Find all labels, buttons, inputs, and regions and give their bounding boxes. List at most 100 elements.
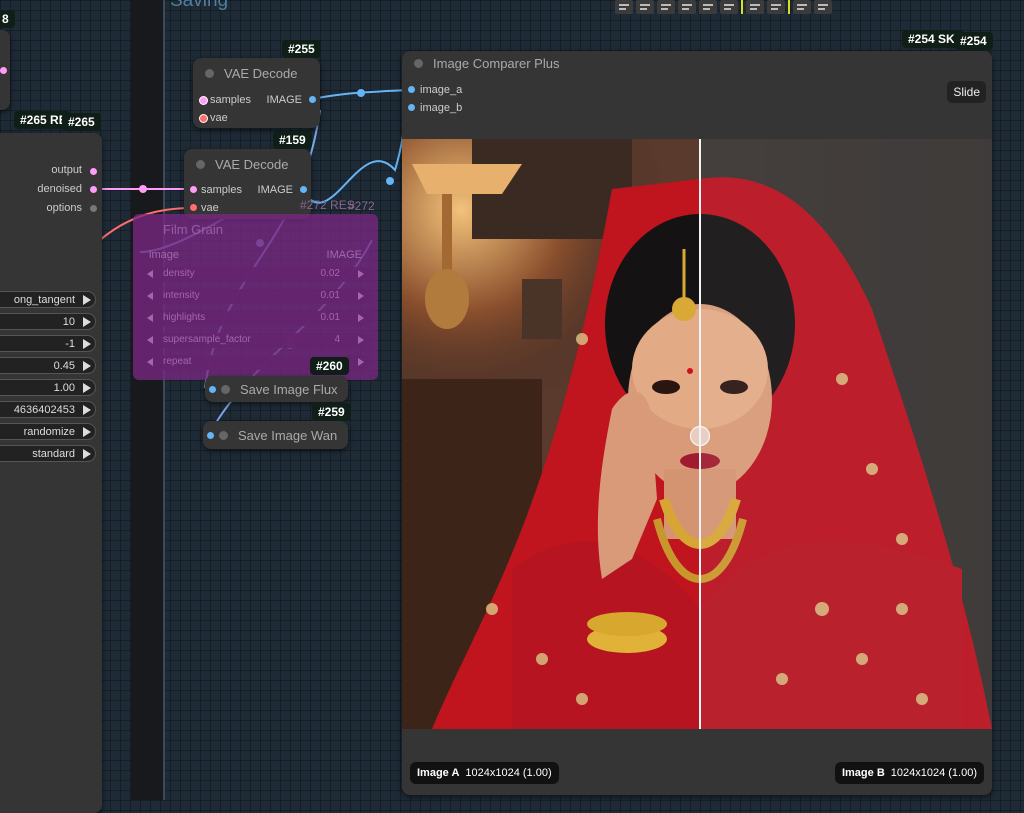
node-title: VAE Decode [184, 149, 311, 179]
node-title: Save Image Flux [205, 376, 348, 402]
output-socket-image[interactable] [309, 96, 316, 103]
align-bottom-icon[interactable] [720, 0, 738, 14]
param-supersample-factor[interactable]: supersample_factor 4 [141, 333, 370, 348]
output-label-image: IMAGE [257, 184, 293, 196]
node-badge-159: #159 [273, 131, 312, 149]
input-socket-image-b[interactable] [408, 104, 415, 111]
node-title-text: Save Image Wan [238, 427, 338, 443]
node-title: VAE Decode [193, 58, 320, 88]
increment-arrow-icon[interactable] [83, 338, 91, 349]
input-label-samples: samples [210, 94, 251, 106]
align-center-icon[interactable] [636, 0, 654, 14]
node-badge-254: #254 [954, 32, 993, 50]
vae-decode-node-159[interactable]: VAE Decode samples vae IMAGE [184, 149, 311, 219]
increment-arrow-icon[interactable] [83, 382, 91, 393]
group-title[interactable]: Saving [170, 0, 228, 12]
input-label-vae: vae [201, 202, 219, 214]
save-image-flux-node[interactable]: Save Image Flux [205, 376, 348, 402]
increment-arrow-icon[interactable] [358, 270, 364, 278]
widget-denoise[interactable]: 1.00 [0, 379, 96, 396]
save-image-wan-node[interactable]: Save Image Wan [203, 421, 348, 449]
input-socket-vae[interactable] [190, 204, 197, 211]
image-comparer-node[interactable]: Image Comparer Plus image_a image_b Slid… [402, 51, 992, 795]
output-socket-denoised[interactable] [90, 186, 97, 193]
align-right-icon[interactable] [657, 0, 675, 14]
distribute-vertical-icon[interactable] [767, 0, 785, 14]
output-socket-options[interactable] [90, 205, 97, 212]
node-badge-265: #265 [62, 113, 101, 131]
collapse-dot-icon[interactable] [205, 68, 214, 78]
align-left-icon[interactable] [615, 0, 633, 14]
node-title: Image Comparer Plus [402, 51, 992, 75]
node-title: Save Image Wan [203, 421, 348, 449]
param-highlights[interactable]: highlights 0.01 [141, 311, 370, 326]
widget-control-after-generate[interactable]: randomize [0, 423, 96, 440]
param-density[interactable]: density 0.02 [141, 267, 370, 282]
node-badge-272: #272 [348, 199, 375, 213]
decrement-arrow-icon[interactable] [147, 292, 153, 300]
increment-arrow-icon[interactable] [83, 294, 91, 305]
vae-decode-node-255[interactable]: VAE Decode samples vae IMAGE [193, 58, 320, 128]
output-label-output: output [51, 164, 82, 176]
output-label-image: IMAGE [266, 94, 302, 106]
image-a-label: Image A 1024x1024 (1.00) [410, 762, 559, 784]
decrement-arrow-icon[interactable] [147, 358, 153, 366]
film-grain-node[interactable]: Film Grain image IMAGE density 0.02 inten… [133, 214, 378, 380]
node-title-text: Image Comparer Plus [433, 55, 560, 71]
toolbar-separator [741, 0, 743, 14]
increment-arrow-icon[interactable] [83, 316, 91, 327]
decrement-arrow-icon[interactable] [147, 270, 153, 278]
output-label-options: options [46, 202, 82, 214]
input-label-image-b: image_b [420, 102, 463, 114]
decrement-arrow-icon[interactable] [147, 314, 153, 322]
equal-width-icon[interactable] [793, 0, 811, 14]
collapse-dot-icon[interactable] [219, 430, 228, 440]
output-label-denoised: denoised [37, 183, 82, 195]
node-title-text: Save Image Flux [240, 381, 338, 397]
input-socket-image-a[interactable] [408, 86, 415, 93]
increment-arrow-icon[interactable] [358, 292, 364, 300]
collapse-dot-icon[interactable] [221, 384, 230, 394]
output-label-image: IMAGE [326, 249, 362, 261]
param-intensity[interactable]: intensity 0.01 [141, 289, 370, 304]
node-badge-259: #259 [312, 403, 351, 421]
equal-height-icon[interactable] [814, 0, 832, 14]
node-title-text: VAE Decode [215, 156, 289, 172]
left-node[interactable]: output denoised options ong_tangent 10 -… [0, 133, 102, 813]
left-node-top-socket[interactable] [0, 67, 7, 74]
input-socket-samples[interactable] [199, 96, 208, 105]
input-socket-vae[interactable] [199, 114, 208, 123]
widget-steps[interactable]: 10 [0, 313, 96, 330]
distribute-horizontal-icon[interactable] [746, 0, 764, 14]
increment-arrow-icon[interactable] [83, 426, 91, 437]
comparison-image[interactable] [402, 139, 992, 729]
widget-mode[interactable]: standard [0, 445, 96, 462]
collapse-dot-icon[interactable] [414, 58, 423, 68]
left-node-top-badge: 8 [0, 10, 15, 28]
increment-arrow-icon[interactable] [358, 314, 364, 322]
widget-seed[interactable]: 4636402453 [0, 401, 96, 418]
image-b-label: Image B 1024x1024 (1.00) [834, 762, 984, 784]
decrement-arrow-icon[interactable] [147, 336, 153, 344]
align-middle-icon[interactable] [699, 0, 717, 14]
increment-arrow-icon[interactable] [83, 448, 91, 459]
increment-arrow-icon[interactable] [358, 358, 364, 366]
widget-eta[interactable]: 0.45 [0, 357, 96, 374]
align-toolbar [615, 0, 832, 14]
output-socket-image[interactable] [300, 186, 307, 193]
increment-arrow-icon[interactable] [83, 404, 91, 415]
widget-scheduler[interactable]: ong_tangent [0, 291, 96, 308]
increment-arrow-icon[interactable] [358, 336, 364, 344]
align-top-icon[interactable] [678, 0, 696, 14]
slide-mode-button[interactable]: Slide [947, 81, 986, 103]
wire-vae-image-a [311, 89, 411, 100]
increment-arrow-icon[interactable] [83, 360, 91, 371]
input-label-image-a: image_a [420, 84, 463, 96]
input-label-image: image [149, 249, 179, 261]
collapse-dot-icon[interactable] [196, 159, 205, 169]
output-socket-output[interactable] [90, 168, 97, 175]
input-socket-samples[interactable] [190, 186, 197, 193]
comparison-slider-handle[interactable] [690, 426, 710, 446]
widget-steps-end[interactable]: -1 [0, 335, 96, 352]
node-title-text: VAE Decode [224, 65, 298, 81]
